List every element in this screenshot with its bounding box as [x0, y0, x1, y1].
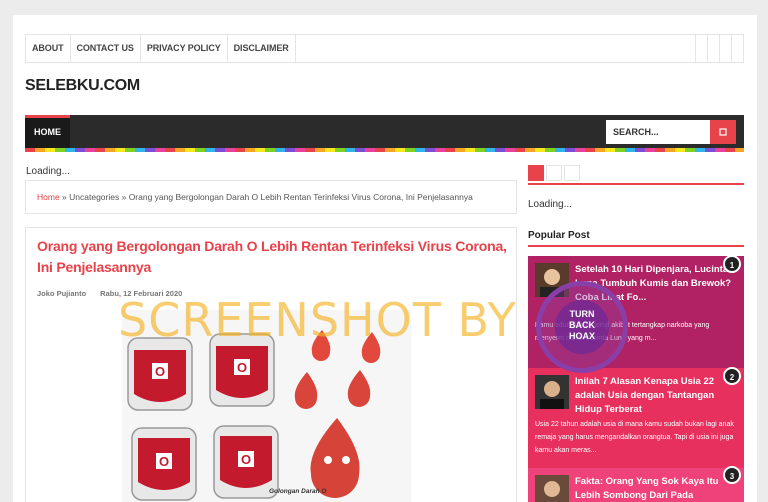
- sidebar-tab[interactable]: [564, 165, 580, 181]
- breadcrumb-home-link[interactable]: Home: [37, 192, 60, 202]
- turn-back-hoax-badge: TURN BACK HOAX: [536, 281, 628, 373]
- search-input[interactable]: SEARCH...: [606, 120, 710, 144]
- badge-line: TURN: [569, 309, 595, 319]
- nav-contact-link[interactable]: CONTACT US: [71, 35, 141, 62]
- breadcrumb-separator: »: [119, 192, 129, 202]
- sidebar-loading-text: Loading...: [528, 199, 572, 210]
- image-caption: Golongan Darah O: [269, 488, 327, 495]
- site-title[interactable]: SELEBKU.COM: [25, 77, 140, 95]
- blood-type-letter: O: [155, 364, 165, 379]
- nav-about-link[interactable]: ABOUT: [26, 35, 71, 62]
- sidebar-tab[interactable]: [546, 165, 562, 181]
- color-stripe-divider: [25, 148, 744, 152]
- popular-post-item[interactable]: Inilah 7 Alasan Kenapa Usia 22 adalah Us…: [528, 368, 744, 468]
- nav-privacy-link[interactable]: PRIVACY POLICY: [141, 35, 228, 62]
- page: ABOUT CONTACT US PRIVACY POLICY DISCLAIM…: [13, 15, 757, 502]
- social-links: [695, 35, 743, 62]
- post-article: Orang yang Bergolongan Darah O Lebih Ren…: [25, 227, 517, 502]
- screenshot-watermark: SCREENSHOT BY: [118, 293, 517, 347]
- post-title[interactable]: Orang yang Bergolongan Darah O Lebih Ren…: [37, 236, 507, 278]
- breadcrumb-separator: »: [59, 192, 70, 202]
- popular-post-item[interactable]: Fakta: Orang Yang Sok Kaya Itu Lebih Som…: [528, 468, 744, 502]
- social-icon[interactable]: [719, 35, 731, 62]
- sidebar-tab-underline: [528, 183, 744, 185]
- post-thumbnail[interactable]: [535, 475, 569, 502]
- popular-post-heading: Popular Post: [528, 230, 590, 241]
- blood-type-letter: O: [241, 452, 251, 467]
- main-navigation: HOME SEARCH...: [25, 115, 744, 148]
- loading-text: Loading...: [26, 166, 70, 177]
- popular-post-snippet: Usia 22 tahun adalah usia di mana kamu s…: [535, 421, 734, 454]
- popular-post-rank: 3: [723, 466, 741, 484]
- blood-type-letter: O: [159, 454, 169, 469]
- top-navigation: ABOUT CONTACT US PRIVACY POLICY DISCLAIM…: [25, 34, 744, 63]
- popular-post-rank: 1: [723, 255, 741, 273]
- post-thumbnail[interactable]: [535, 375, 569, 409]
- breadcrumb-category-link[interactable]: Uncategories: [69, 192, 119, 202]
- blood-type-letter: O: [237, 360, 247, 375]
- sidebar-tab[interactable]: [528, 165, 544, 181]
- badge-text: TURN BACK HOAX: [555, 300, 609, 354]
- popular-post-underline: [528, 245, 744, 247]
- nav-disclaimer-link[interactable]: DISCLAIMER: [228, 35, 296, 62]
- popular-post-title[interactable]: Inilah 7 Alasan Kenapa Usia 22 adalah Us…: [575, 375, 740, 417]
- popular-post-rank: 2: [723, 367, 741, 385]
- sidebar-tabs: [528, 165, 582, 181]
- badge-line: BACK: [569, 320, 595, 330]
- breadcrumb-current: Orang yang Bergolongan Darah O Lebih Ren…: [128, 192, 473, 202]
- social-icon[interactable]: [731, 35, 743, 62]
- badge-line: HOAX: [568, 331, 595, 341]
- breadcrumb: Home » Uncategories » Orang yang Bergolo…: [25, 180, 517, 214]
- search-icon: [719, 128, 727, 136]
- nav-home-button[interactable]: HOME: [25, 115, 70, 148]
- search-button[interactable]: [710, 120, 736, 144]
- popular-post-title[interactable]: Fakta: Orang Yang Sok Kaya Itu Lebih Som…: [575, 475, 740, 502]
- social-icon[interactable]: [707, 35, 719, 62]
- social-icon[interactable]: [695, 35, 707, 62]
- post-author[interactable]: Joko Pujianto: [37, 289, 86, 298]
